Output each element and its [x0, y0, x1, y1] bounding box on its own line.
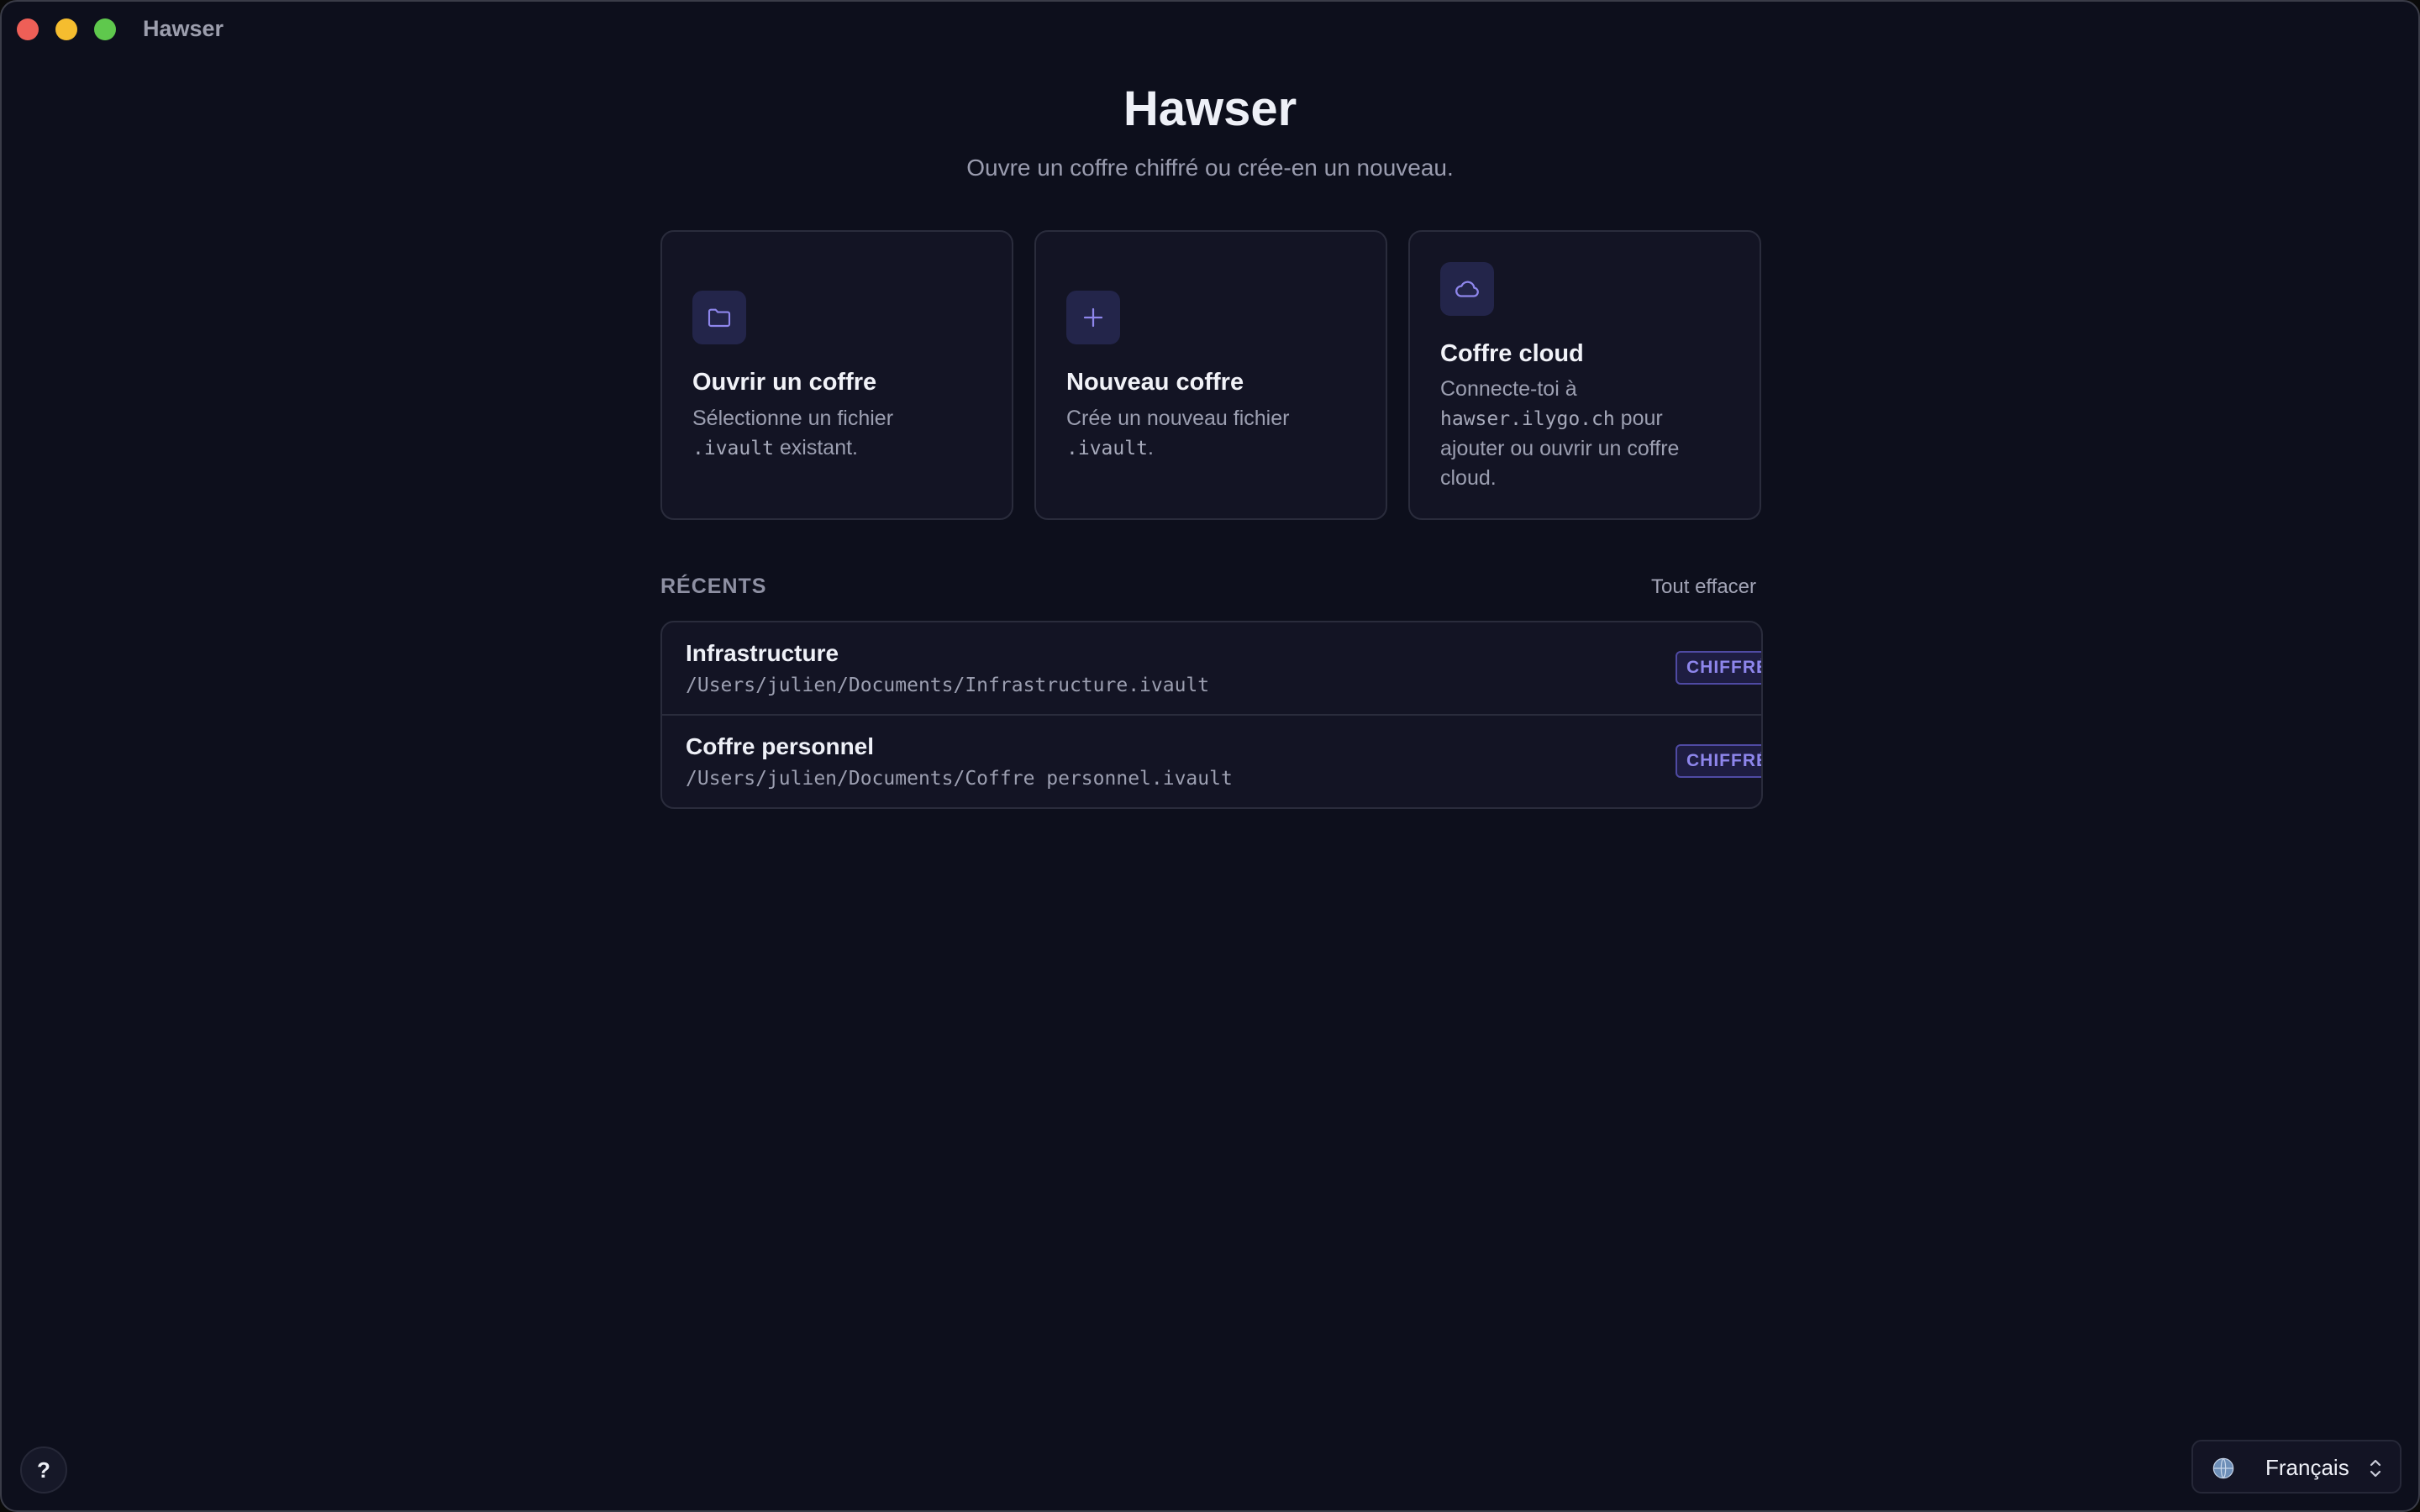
cloud-domain-code: hawser.ilygo.ch	[1440, 408, 1615, 430]
window-title: Hawser	[143, 16, 224, 41]
cloud-vault-title: Coffre cloud	[1440, 340, 1584, 367]
help-button[interactable]: ?	[20, 1446, 67, 1494]
open-vault-title: Ouvrir un coffre	[692, 369, 877, 396]
recent-item-path: /Users/julien/Documents/Infrastructure.i…	[686, 675, 1210, 696]
new-vault-card[interactable]: Nouveau coffre Crée un nouveau fichier .…	[1034, 230, 1387, 520]
maximize-window-button[interactable]	[94, 18, 116, 40]
cloud-vault-description: Connecte-toi à hawser.ilygo.ch pour ajou…	[1440, 377, 1680, 490]
cloud-icon	[1440, 262, 1494, 316]
encrypted-badge: CHIFFRÉ	[1676, 651, 1761, 685]
open-vault-card[interactable]: Ouvrir un coffre Sélectionne un fichier …	[660, 230, 1013, 520]
title-bar: Hawser	[2, 2, 2418, 55]
recent-item-name: Coffre personnel	[686, 733, 875, 759]
close-window-button[interactable]	[17, 18, 39, 40]
recent-item-path: /Users/julien/Documents/Coffre personnel…	[686, 768, 1233, 790]
file-extension-code: .ivault	[692, 438, 774, 459]
page-subtitle: Ouvre un coffre chiffré ou crée-en un no…	[966, 155, 1454, 181]
encrypted-badge: CHIFFRÉ	[1676, 744, 1761, 778]
recent-item-infrastructure[interactable]: Infrastructure /Users/julien/Documents/I…	[662, 622, 1761, 716]
language-select[interactable]: Français	[2191, 1440, 2402, 1494]
new-vault-description: Crée un nouveau fichier .ivault.	[1066, 407, 1290, 459]
recents-list: Infrastructure /Users/julien/Documents/I…	[660, 621, 1763, 809]
app-window: Hawser Hawser Ouvre un coffre chiffré ou…	[0, 0, 2420, 1512]
file-extension-code: .ivault	[1066, 438, 1148, 459]
recent-item-name: Infrastructure	[686, 640, 839, 666]
plus-icon	[1066, 291, 1120, 344]
clear-recents-button[interactable]: Tout effacer	[1630, 574, 1756, 601]
cloud-vault-card[interactable]: Coffre cloud Connecte-toi à hawser.ilygo…	[1408, 230, 1761, 520]
recent-item-coffre-personnel[interactable]: Coffre personnel /Users/julien/Documents…	[662, 716, 1761, 807]
new-vault-title: Nouveau coffre	[1066, 369, 1244, 396]
chevron-up-down-icon	[2366, 1455, 2385, 1482]
minimize-window-button[interactable]	[55, 18, 77, 40]
open-vault-description: Sélectionne un fichier .ivault existant.	[692, 407, 894, 459]
recents-heading: RÉCENTS	[660, 575, 767, 598]
folder-icon	[692, 291, 746, 344]
language-label: Français	[2265, 1455, 2349, 1480]
page-title: Hawser	[1123, 81, 1297, 136]
globe-icon	[2212, 1457, 2235, 1480]
